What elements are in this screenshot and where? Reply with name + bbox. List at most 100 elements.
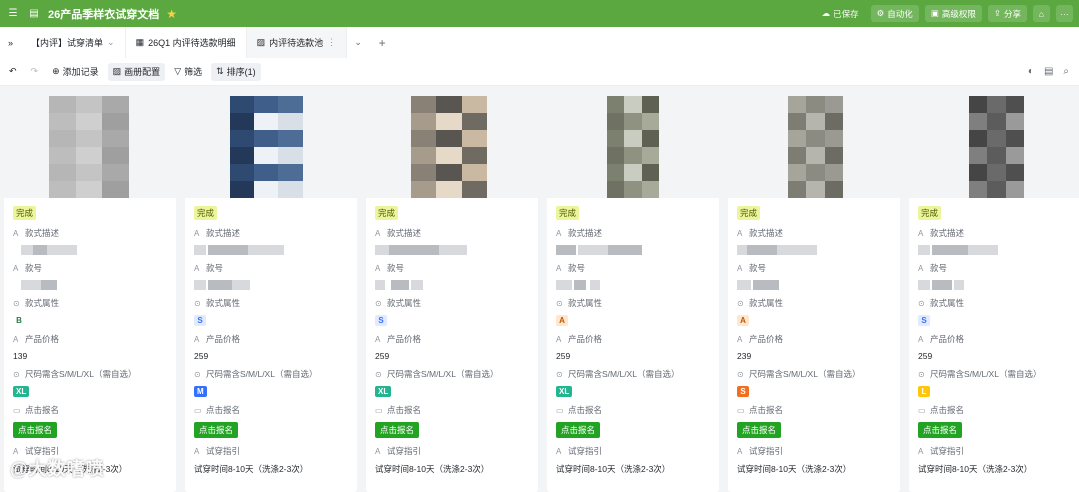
price-value: 259 [375, 351, 390, 361]
field-label-signup: ▭ 点击报名 [556, 405, 603, 415]
gallery-icon: ▨ [256, 37, 266, 47]
text-field-icon: A [918, 334, 924, 344]
palette-icon[interactable]: ◐ [1028, 66, 1034, 77]
field-label-attr: ⊙ 款式属性 [737, 298, 784, 308]
gallery-card[interactable]: 完成 A 款式描述 A 款号 ⊙ 款式属性 B A 产品价格 139 ⊙ 尺码需含S/M/… [4, 92, 176, 492]
tabs-dropdown-icon[interactable]: ⌄ [347, 37, 369, 48]
text-field-icon: A [737, 263, 743, 273]
text-field-icon: A [375, 263, 381, 273]
product-image[interactable] [4, 92, 176, 198]
status-badge: 完成 [737, 206, 761, 220]
view-toolbar: ↶ ↷ ⊕ 添加记录 ▨ 画册配置 ▽ 筛选 ⇅ 排序(1) ◐ ▤ ⌕ [0, 58, 1079, 86]
desc-value-redacted [13, 245, 176, 255]
document-title[interactable]: 26产品季样衣试穿文档 [48, 6, 159, 22]
select-field-icon: ⊙ [556, 298, 563, 308]
code-value-redacted [194, 280, 357, 290]
more-icon[interactable]: ··· [1056, 5, 1073, 22]
code-value-redacted [918, 280, 1079, 290]
select-field-icon: ⊙ [918, 369, 925, 379]
share-button[interactable]: ⇪ 分享 [987, 5, 1027, 22]
size-badge: S [737, 386, 749, 397]
filter-button[interactable]: ▽ 筛选 [169, 63, 207, 81]
product-image[interactable] [728, 92, 900, 198]
signup-button[interactable]: 点击报名 [375, 422, 420, 438]
sidebar-toggle-icon[interactable]: ☰ [6, 7, 20, 21]
lock-icon: ▣ [930, 8, 939, 18]
gallery-card[interactable]: 完成 A 款式描述 A 款号 ⊙ 款式属性 S A 产品价格 259 ⊙ 尺码需含S/M/… [185, 92, 357, 492]
gallery-view: 完成 A 款式描述 A 款号 ⊙ 款式属性 B A 产品价格 139 ⊙ 尺码需含S/M/… [4, 92, 1079, 492]
select-field-icon: ⊙ [375, 298, 382, 308]
field-label-price: A 产品价格 [194, 334, 241, 344]
status-badge: 完成 [194, 206, 218, 220]
product-image[interactable] [547, 92, 719, 198]
product-image[interactable] [185, 92, 357, 198]
guide-value: 试穿时间8-10天（洗涤2-3次） [918, 464, 1033, 474]
signup-button[interactable]: 点击报名 [194, 422, 239, 438]
select-field-icon: ⊙ [13, 369, 20, 379]
signup-button[interactable]: 点击报名 [737, 422, 782, 438]
signup-button[interactable]: 点击报名 [13, 422, 58, 438]
field-label-desc: A 款式描述 [918, 228, 965, 238]
favorite-star-icon[interactable]: ★ [166, 7, 177, 21]
tab-style-pool[interactable]: ▨ 内评待选款池 ⋮ [246, 27, 348, 58]
gallery-card[interactable]: 完成 A 款式描述 A 款号 ⊙ 款式属性 S A 产品价格 259 ⊙ 尺码需含S/M/… [366, 92, 538, 492]
add-record-button[interactable]: ⊕ 添加记录 [47, 63, 104, 81]
select-field-icon: ⊙ [737, 298, 744, 308]
field-label-code: A 款号 [556, 263, 586, 273]
gallery-settings-button[interactable]: ▨ 画册配置 [107, 62, 166, 81]
field-label-desc: A 款式描述 [375, 228, 422, 238]
garment-photo [607, 96, 660, 198]
product-image[interactable] [909, 92, 1079, 198]
product-image[interactable] [366, 92, 538, 198]
status-badge: 完成 [375, 206, 399, 220]
text-field-icon: A [737, 334, 743, 344]
tab-more-icon[interactable]: ⋮ [327, 37, 336, 48]
tab-tryon-list[interactable]: 【内评】试穿清单 ⌄ [21, 27, 126, 58]
field-label-desc: A 款式描述 [194, 228, 241, 238]
sort-button[interactable]: ⇅ 排序(1) [211, 62, 261, 81]
gallery-card[interactable]: 完成 A 款式描述 A 款号 ⊙ 款式属性 A A 产品价格 239 ⊙ 尺码需含S/M/… [728, 92, 900, 492]
expand-sidebar-icon[interactable]: » [0, 27, 21, 58]
add-tab-icon[interactable]: + [369, 36, 395, 50]
field-label-code: A 款号 [375, 263, 405, 273]
text-field-icon: A [375, 334, 381, 344]
field-label-signup: ▭ 点击报名 [375, 405, 422, 415]
field-label-price: A 产品价格 [375, 334, 422, 344]
field-label-size: ⊙ 尺码需含S/M/L/XL（需自选） [375, 369, 499, 379]
size-badge: XL [556, 386, 573, 397]
signup-button[interactable]: 点击报名 [556, 422, 601, 438]
clipboard-icon[interactable]: ▤ [1044, 66, 1053, 77]
redo-icon[interactable]: ↷ [26, 63, 44, 81]
select-field-icon: ⊙ [194, 369, 201, 379]
search-icon[interactable]: ⌕ [1063, 66, 1069, 77]
text-field-icon: A [194, 228, 200, 238]
desc-value-redacted [918, 245, 1079, 255]
gallery-card[interactable]: 完成 A 款式描述 A 款号 ⊙ 款式属性 A A 产品价格 259 ⊙ 尺码需含S/M/… [547, 92, 719, 492]
button-field-icon: ▭ [13, 405, 21, 415]
chevron-down-icon[interactable]: ⌄ [107, 37, 115, 48]
code-value-redacted [375, 280, 538, 290]
price-value: 139 [13, 351, 28, 361]
size-badge: XL [13, 386, 30, 397]
text-field-icon: A [737, 446, 743, 456]
gallery-card[interactable]: 完成 A 款式描述 A 款号 ⊙ 款式属性 S A 产品价格 259 ⊙ 尺码需含S/M/… [909, 92, 1079, 492]
attr-badge: S [375, 315, 387, 326]
watermark: @大数嗜喷 [10, 459, 105, 479]
field-label-attr: ⊙ 款式属性 [13, 298, 60, 308]
automation-icon: ⚙ [876, 8, 885, 18]
grid-icon: ▦ [135, 37, 145, 47]
notification-icon[interactable]: ⌂ [1033, 5, 1050, 22]
code-value-redacted [556, 280, 719, 290]
undo-icon[interactable]: ↶ [4, 63, 22, 81]
field-label-guide: A 试穿指引 [194, 446, 241, 456]
guide-value: 试穿时间8-10天（洗涤2-3次） [556, 464, 671, 474]
field-label-guide: A 试穿指引 [737, 446, 784, 456]
field-label-code: A 款号 [13, 263, 43, 273]
automation-button[interactable]: ⚙ 自动化 [870, 5, 919, 22]
field-label-attr: ⊙ 款式属性 [194, 298, 241, 308]
field-label-attr: ⊙ 款式属性 [375, 298, 422, 308]
field-label-size: ⊙ 尺码需含S/M/L/XL（需自选） [918, 369, 1042, 379]
tab-q1-details[interactable]: ▦ 26Q1 内评待选款明细 [126, 27, 247, 58]
advanced-permission-button[interactable]: ▣ 高级权限 [924, 5, 982, 22]
signup-button[interactable]: 点击报名 [918, 422, 963, 438]
